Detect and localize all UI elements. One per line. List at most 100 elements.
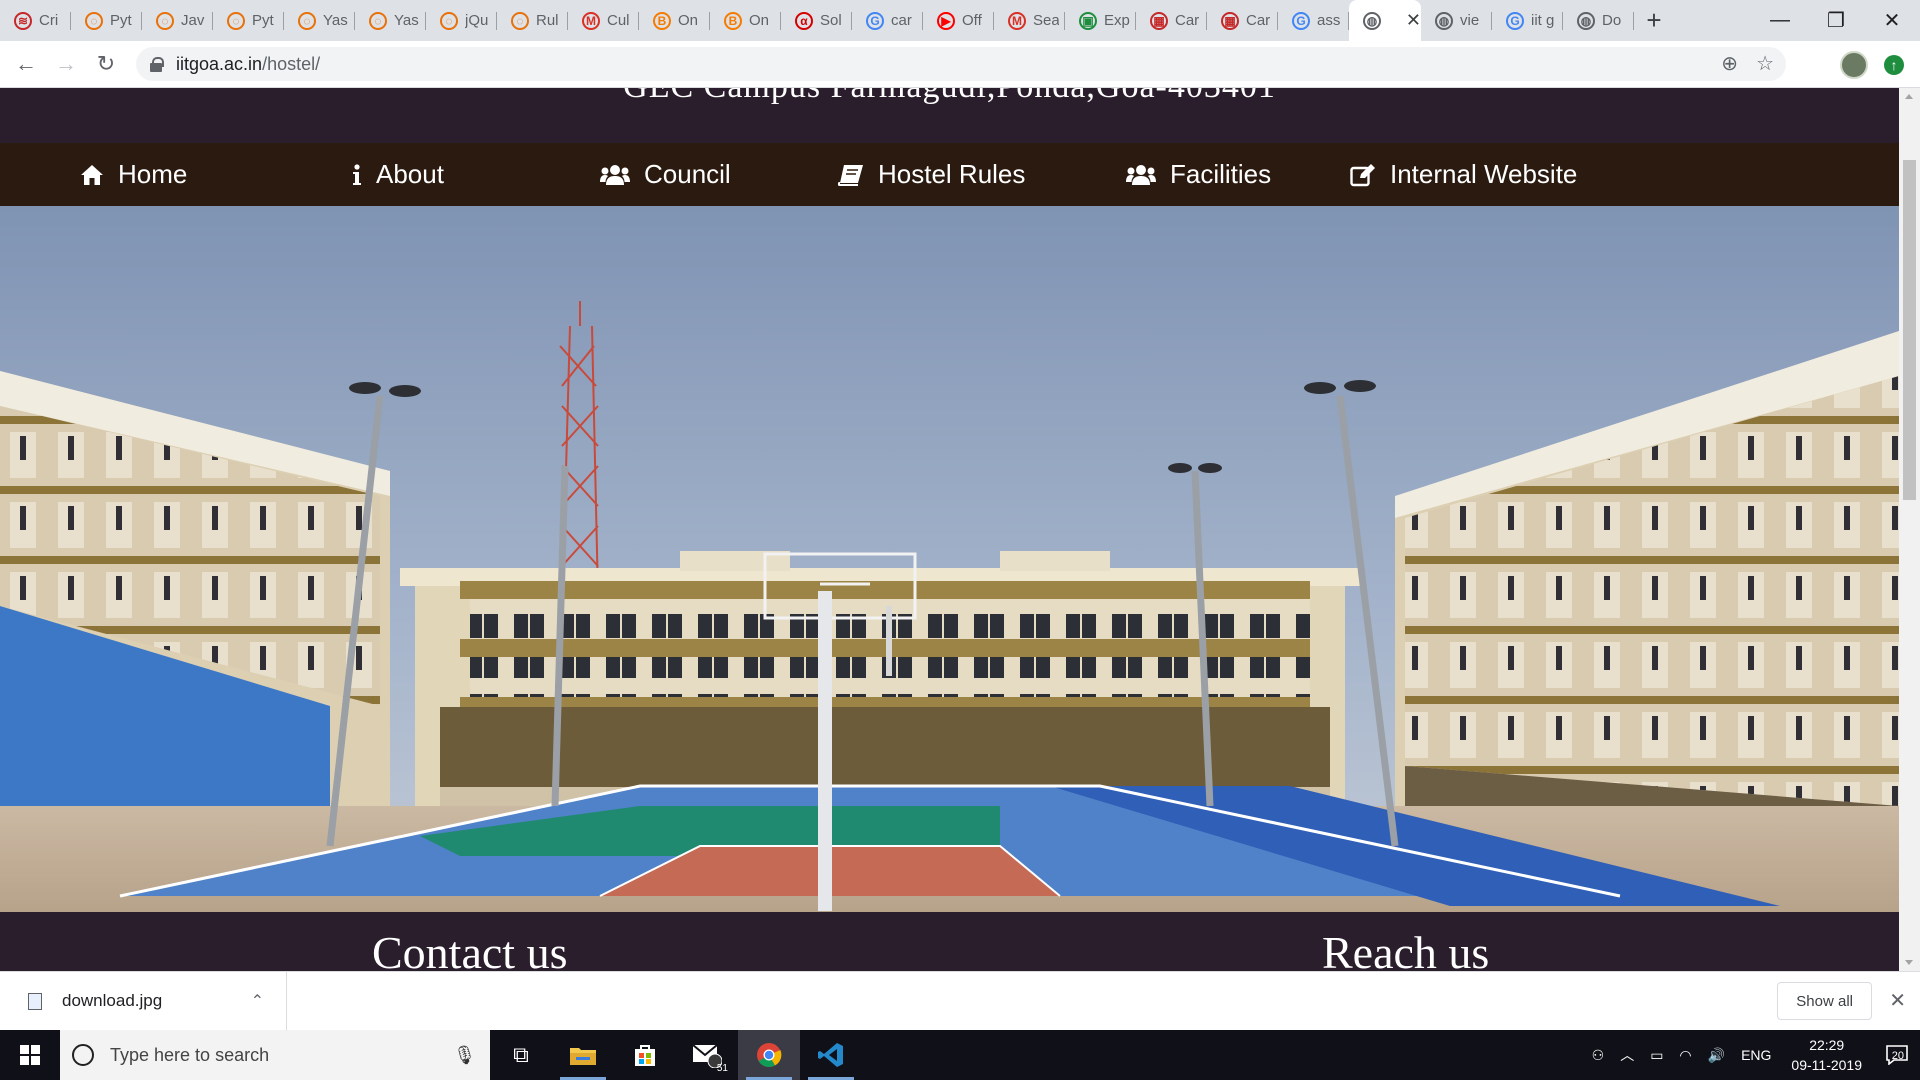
nav-about[interactable]: About [352, 143, 444, 206]
browser-tab[interactable]: ▦ Car [1207, 0, 1278, 41]
browser-tab[interactable]: ▦ Car [1136, 0, 1207, 41]
browser-tab[interactable]: ◌ Pyt [71, 0, 142, 41]
update-icon[interactable]: ↑ [1884, 55, 1904, 75]
tab-title: Do [1602, 12, 1622, 29]
download-item[interactable]: download.jpg ⌃ [0, 972, 287, 1030]
browser-tab[interactable]: B On [710, 0, 781, 41]
page-scrollbar[interactable] [1899, 88, 1920, 971]
browser-tab[interactable]: ◌ Yas [355, 0, 426, 41]
windows-start-icon[interactable] [0, 1030, 60, 1080]
tab-title: Cri [39, 12, 59, 29]
volume-icon[interactable]: 🔊 [1708, 1047, 1725, 1064]
browser-tab[interactable]: Giit g [1492, 0, 1563, 41]
browser-tab[interactable]: ≋ Cri [0, 0, 71, 41]
download-bar: download.jpg ⌃ Show all ✕ [0, 971, 1920, 1030]
nav-facilities[interactable]: Facilities [1126, 143, 1271, 206]
battery-icon[interactable]: ▭ [1650, 1047, 1663, 1064]
browser-tab[interactable]: ▣ Exp [1065, 0, 1136, 41]
clock-time: 22:29 [1809, 1037, 1845, 1053]
windows-taskbar: Type here to search 🎙 ⧉ 51 ⚇ ︿ ▭ ◠ 🔊 ENG… [0, 1030, 1920, 1080]
gmail-icon: M [582, 11, 600, 30]
reload-icon[interactable]: ↻ [86, 44, 126, 84]
tab-title: Off [962, 12, 982, 29]
browser-tab[interactable]: M Sea [994, 0, 1065, 41]
bookmark-star-icon[interactable]: ☆ [1756, 51, 1774, 76]
tab-title: On [678, 12, 699, 29]
browser-tab[interactable]: ◍ Do [1563, 0, 1634, 41]
nav-home[interactable]: Home [80, 143, 187, 206]
scroll-up-arrow-icon[interactable] [1905, 94, 1913, 99]
clock[interactable]: 22:29 09-11-2019 [1791, 1035, 1862, 1075]
people-icon[interactable]: ⚇ [1592, 1047, 1605, 1064]
tab-title: Cul [607, 12, 630, 29]
browser-tab[interactable]: M Cul [568, 0, 639, 41]
chevron-up-icon[interactable]: ︿ [1620, 1045, 1634, 1065]
close-icon[interactable]: ✕ [1889, 988, 1906, 1013]
address-bar[interactable]: iitgoa.ac.in/hostel/ ⊕ ☆ [136, 47, 1786, 81]
show-all-button[interactable]: Show all [1777, 982, 1872, 1020]
minimize-button[interactable]: — [1752, 0, 1808, 41]
lock-icon[interactable] [150, 57, 164, 72]
browser-tab[interactable]: ▶ Off [923, 0, 994, 41]
chrome-icon[interactable] [738, 1030, 800, 1080]
browser-toolbar: ← → ↻ iitgoa.ac.in/hostel/ ⊕ ☆ ↑ [0, 41, 1920, 88]
users-icon [600, 164, 630, 186]
file-explorer-icon[interactable] [552, 1030, 614, 1080]
taskbar-search[interactable]: Type here to search 🎙 [60, 1030, 490, 1080]
nav-about-label: About [376, 159, 444, 189]
notifications-icon[interactable]: 20 [1874, 1030, 1920, 1080]
globe-icon: ◍ [1363, 11, 1381, 30]
browser-tab[interactable]: Gass [1278, 0, 1349, 41]
language-indicator[interactable]: ENG [1741, 1047, 1771, 1063]
classroom-icon: ▣ [1079, 11, 1097, 30]
tab-title: Sea [1033, 12, 1059, 29]
calendar-icon: ▦ [1221, 11, 1239, 30]
taskbar-search-placeholder: Type here to search [110, 1044, 270, 1065]
browser-tab[interactable]: ◍ ✕ [1349, 0, 1421, 41]
new-tab-button[interactable]: + [1634, 0, 1674, 41]
browser-tab[interactable]: ◌ Jav [142, 0, 213, 41]
mail-icon[interactable]: 51 [676, 1030, 738, 1080]
zoom-icon[interactable]: ⊕ [1721, 51, 1738, 76]
wifi-icon[interactable]: ◠ [1679, 1047, 1691, 1064]
tab-title: On [749, 12, 770, 29]
gmail-icon: M [1008, 11, 1026, 30]
scroll-down-arrow-icon[interactable] [1905, 960, 1913, 965]
back-arrow-icon[interactable]: ← [6, 44, 46, 84]
nav-internal-website-label: Internal Website [1390, 159, 1578, 189]
clock-date: 09-11-2019 [1791, 1057, 1862, 1073]
nav-council[interactable]: Council [600, 143, 731, 206]
nav-hostel-rules[interactable]: Hostel Rules [838, 143, 1025, 206]
hostel-hero-image [0, 206, 1899, 912]
nav-internal-website[interactable]: Internal Website [1350, 143, 1577, 206]
close-window-button[interactable]: ✕ [1864, 0, 1920, 41]
browser-tab[interactable]: ◍ vie [1421, 0, 1492, 41]
browser-tab[interactable]: ◌ Rul [497, 0, 568, 41]
task-view-icon[interactable]: ⧉ [490, 1030, 552, 1080]
users-icon [1126, 164, 1156, 186]
edit-icon [1350, 163, 1376, 187]
browser-tab[interactable]: ◌ Pyt [213, 0, 284, 41]
microphone-icon[interactable]: 🎙 [453, 1045, 476, 1066]
browser-tab[interactable]: α Sol [781, 0, 852, 41]
browser-tab[interactable]: ◌ Yas [284, 0, 355, 41]
globe-icon: ◍ [1435, 11, 1453, 30]
profile-avatar[interactable] [1840, 51, 1868, 79]
restore-button[interactable]: ❐ [1808, 0, 1864, 41]
system-tray: ⚇ ︿ ▭ ◠ 🔊 ENG 22:29 09-11-2019 20 [1584, 1030, 1920, 1080]
browser-tab[interactable]: ◌ jQu [426, 0, 497, 41]
tab-title: Jav [181, 12, 205, 29]
close-tab-icon[interactable]: ✕ [1406, 10, 1421, 31]
chevron-up-icon[interactable]: ⌃ [251, 991, 264, 1011]
browser-tab[interactable]: B On [639, 0, 710, 41]
tab-title: ass [1317, 12, 1341, 29]
scrollbar-thumb[interactable] [1903, 160, 1916, 500]
url-host: iitgoa.ac.in [176, 53, 263, 74]
youtube-icon: ▶ [937, 11, 955, 30]
forward-arrow-icon[interactable]: → [46, 44, 86, 84]
loading-spinner-icon: ◌ [298, 11, 316, 30]
vscode-icon[interactable] [800, 1030, 862, 1080]
store-icon[interactable] [614, 1030, 676, 1080]
loading-spinner-icon: ◌ [511, 11, 529, 30]
browser-tab[interactable]: Gcar [852, 0, 923, 41]
